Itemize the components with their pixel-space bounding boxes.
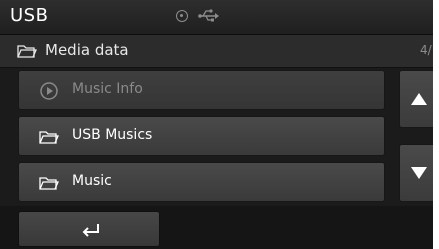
folder-icon xyxy=(17,43,37,63)
scroll-up-button[interactable] xyxy=(399,70,433,128)
scroll-down-button[interactable] xyxy=(399,144,433,202)
play-circle-icon xyxy=(39,82,59,107)
media-title: Media data xyxy=(45,41,129,59)
media-header: Media data 4/ xyxy=(0,35,433,68)
usb-media-screen: USB Media data 4/ Music Info USB Musics … xyxy=(0,0,433,249)
disc-icon xyxy=(176,10,188,22)
list-item-music[interactable]: Music xyxy=(18,162,385,202)
list-item-music-info[interactable]: Music Info xyxy=(18,70,385,110)
list-item-label: Music xyxy=(72,173,112,189)
status-bar: USB xyxy=(0,0,433,35)
page-indicator: 4/ xyxy=(420,43,432,57)
bottom-bar xyxy=(0,206,433,249)
list-item-usb-musics[interactable]: USB Musics xyxy=(18,116,385,156)
back-arrow-icon xyxy=(81,221,101,241)
status-title: USB xyxy=(10,5,49,26)
folder-icon xyxy=(39,129,59,149)
triangle-up-icon xyxy=(411,93,427,105)
back-button[interactable] xyxy=(18,211,160,247)
usb-icon xyxy=(198,8,220,28)
list-item-label: USB Musics xyxy=(72,127,153,143)
triangle-down-icon xyxy=(411,167,427,179)
list-item-label: Music Info xyxy=(72,81,143,97)
folder-icon xyxy=(39,175,59,195)
